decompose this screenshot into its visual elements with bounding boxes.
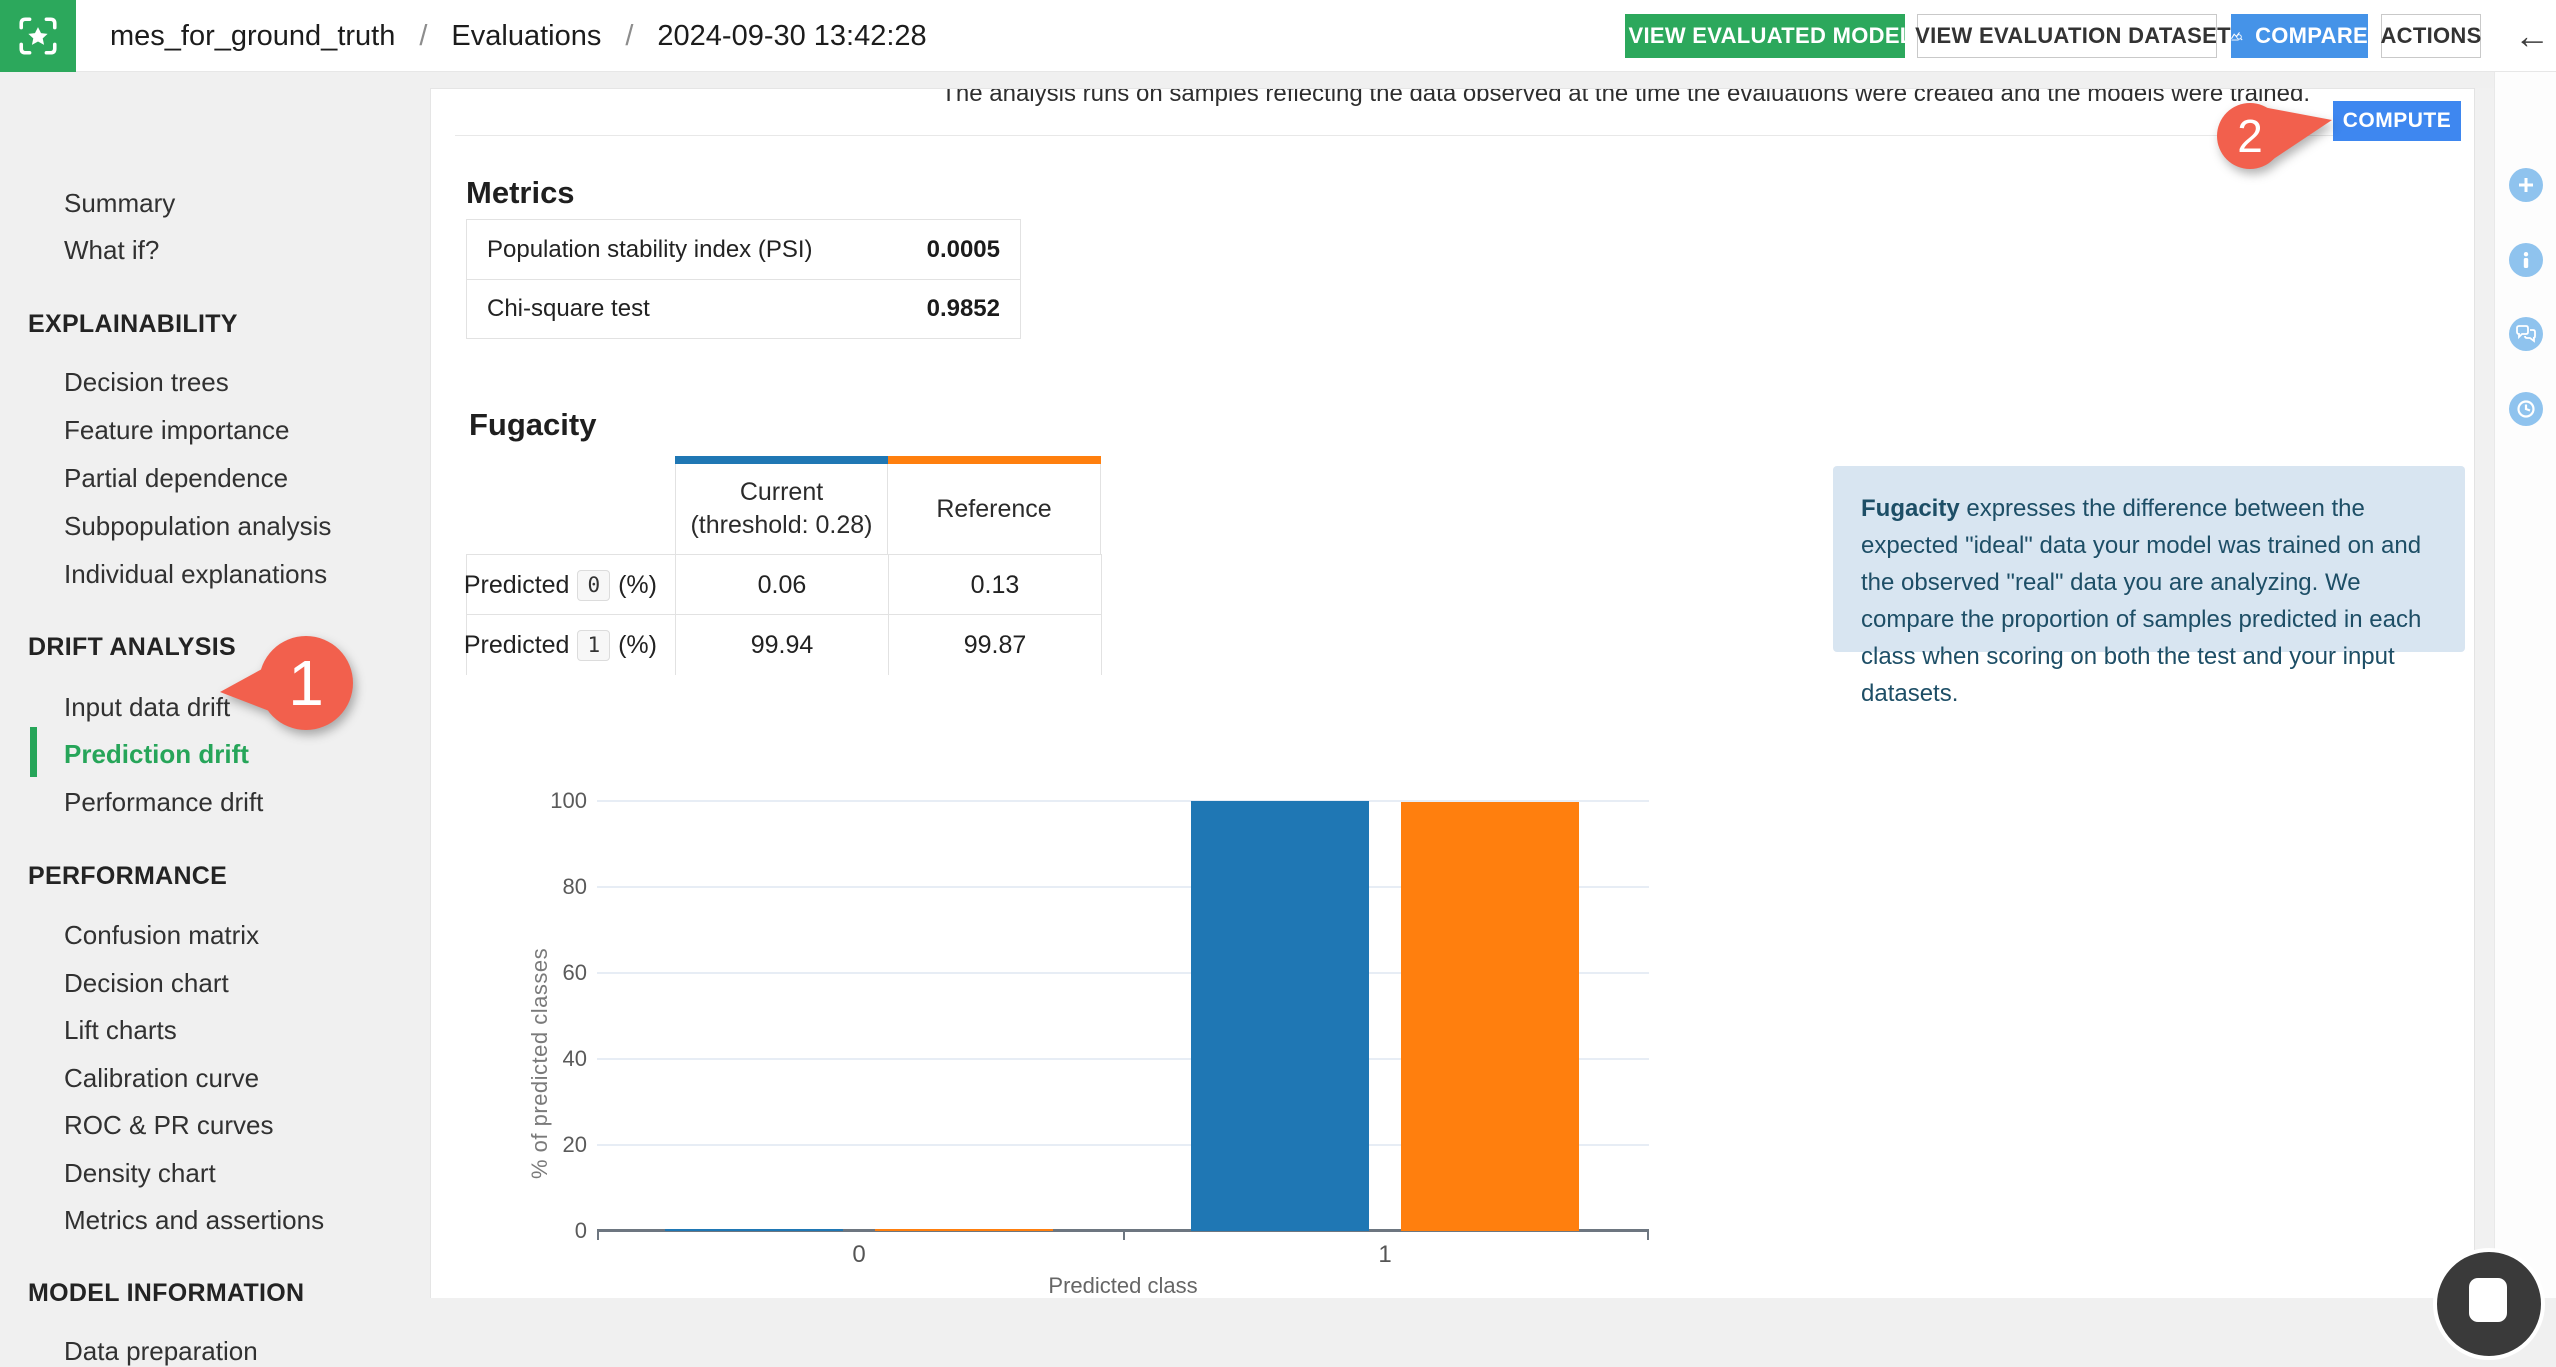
discussions-button[interactable]: [2509, 317, 2543, 351]
info-button[interactable]: [2509, 243, 2543, 277]
sidebar-item-confusion-matrix[interactable]: Confusion matrix: [64, 920, 259, 951]
x-axis-tick: [1647, 1231, 1649, 1240]
compute-button[interactable]: COMPUTE: [2333, 101, 2461, 141]
active-item-indicator: [30, 727, 37, 777]
top-header-bar: mes_for_ground_truth / Evaluations / 202…: [0, 0, 2556, 72]
x-axis-title: Predicted class: [1048, 1273, 1198, 1298]
compare-label: COMPARE: [2255, 23, 2368, 48]
chat-widget-logo: [2469, 1278, 2507, 1322]
x-axis-tick: [597, 1231, 599, 1240]
sidebar-item-decision-chart[interactable]: Decision chart: [64, 968, 229, 999]
view-evaluated-model-label: VIEW EVALUATED MODEL: [1628, 23, 1914, 48]
y-tick-label: 0: [574, 1218, 587, 1243]
chart-magnifier-icon: [2231, 32, 2243, 41]
chart-bar-current-class-0: [665, 1229, 843, 1231]
x-category-label: 0: [852, 1241, 866, 1268]
y-tick-label: 100: [550, 788, 587, 813]
sidebar-item-input-data-drift[interactable]: Input data drift: [64, 692, 230, 723]
sidebar-item-roc-pr-curves[interactable]: ROC & PR curves: [64, 1110, 274, 1141]
plus-icon: [2519, 178, 2533, 192]
star-in-brackets-icon: [19, 17, 57, 55]
sidebar-item-density-chart[interactable]: Density chart: [64, 1158, 216, 1189]
chart-bar-reference-class-0: [875, 1229, 1053, 1231]
sidebar-section-model-information: MODEL INFORMATION: [28, 1279, 305, 1307]
sidebar-item-subpopulation-analysis[interactable]: Subpopulation analysis: [64, 511, 331, 542]
info-icon: [2523, 252, 2529, 268]
vertical-scrollbar[interactable]: [2474, 88, 2494, 1298]
sidebar-section-drift-analysis: DRIFT ANALYSIS: [28, 633, 236, 661]
breadcrumb-separator: /: [625, 19, 634, 52]
breadcrumb-evaluations[interactable]: Evaluations: [451, 20, 601, 53]
x-category-label: 1: [1378, 1241, 1392, 1268]
y-tick-label: 20: [562, 1132, 587, 1157]
sidebar-item-individual-explanations[interactable]: Individual explanations: [64, 559, 327, 590]
actions-label: ACTIONS: [2380, 23, 2482, 48]
prediction-class-bar-chart: % of predicted classes Predicted class 0…: [431, 89, 2474, 1298]
sidebar-item-performance-drift[interactable]: Performance drift: [64, 787, 263, 818]
y-tick-label: 60: [562, 960, 587, 985]
view-evaluation-dataset-button[interactable]: VIEW EVALUATION DATASET: [1915, 14, 2231, 58]
right-action-rail: [2494, 72, 2556, 1298]
breadcrumb-evaluation-timestamp[interactable]: 2024-09-30 13:42:28: [657, 20, 926, 53]
breadcrumb: mes_for_ground_truth / Evaluations / 202…: [110, 0, 927, 72]
sidebar-item-decision-trees[interactable]: Decision trees: [64, 367, 229, 398]
add-button[interactable]: [2509, 168, 2543, 202]
clock-icon: [2517, 400, 2535, 418]
sidebar-section-explainability: EXPLAINABILITY: [28, 310, 238, 338]
view-evaluation-dataset-label: VIEW EVALUATION DATASET: [1915, 23, 2231, 48]
sidebar-section-performance: PERFORMANCE: [28, 862, 228, 890]
y-tick-label: 40: [562, 1046, 587, 1071]
chart-bar-reference-class-1: [1401, 802, 1579, 1231]
sidebar-item-lift-charts[interactable]: Lift charts: [64, 1015, 177, 1046]
sidebar-item-metrics-and-assertions[interactable]: Metrics and assertions: [64, 1205, 324, 1236]
report-sidebar-nav: Summary What if? EXPLAINABILITY Decision…: [0, 72, 430, 1366]
collapse-panel-arrow[interactable]: ←: [2514, 15, 2550, 57]
x-axis-tick: [1123, 1231, 1125, 1240]
sidebar-item-prediction-drift[interactable]: Prediction drift: [64, 739, 249, 770]
sidebar-item-data-preparation[interactable]: Data preparation: [64, 1336, 258, 1367]
sidebar-item-what-if[interactable]: What if?: [64, 235, 159, 266]
sidebar-item-calibration-curve[interactable]: Calibration curve: [64, 1063, 259, 1094]
prediction-drift-content-panel: The analysis runs on samples reflecting …: [430, 88, 2474, 1298]
sidebar-item-summary[interactable]: Summary: [64, 188, 175, 219]
view-evaluated-model-button[interactable]: VIEW EVALUATED MODEL: [1625, 14, 1913, 58]
actions-button[interactable]: ACTIONS: [2380, 14, 2482, 58]
chart-bar-current-class-1: [1191, 801, 1369, 1231]
history-button[interactable]: [2509, 392, 2543, 426]
sidebar-item-partial-dependence[interactable]: Partial dependence: [64, 463, 288, 494]
breadcrumb-project[interactable]: mes_for_ground_truth: [110, 20, 395, 53]
compare-button[interactable]: COMPARE: [2231, 14, 2368, 58]
y-tick-label: 80: [562, 874, 587, 899]
model-evaluation-store-logo[interactable]: [0, 0, 76, 72]
discussions-icon: [2516, 325, 2536, 343]
breadcrumb-separator: /: [419, 19, 428, 52]
y-axis-title: % of predicted classes: [527, 947, 552, 1179]
sidebar-item-feature-importance[interactable]: Feature importance: [64, 415, 289, 446]
